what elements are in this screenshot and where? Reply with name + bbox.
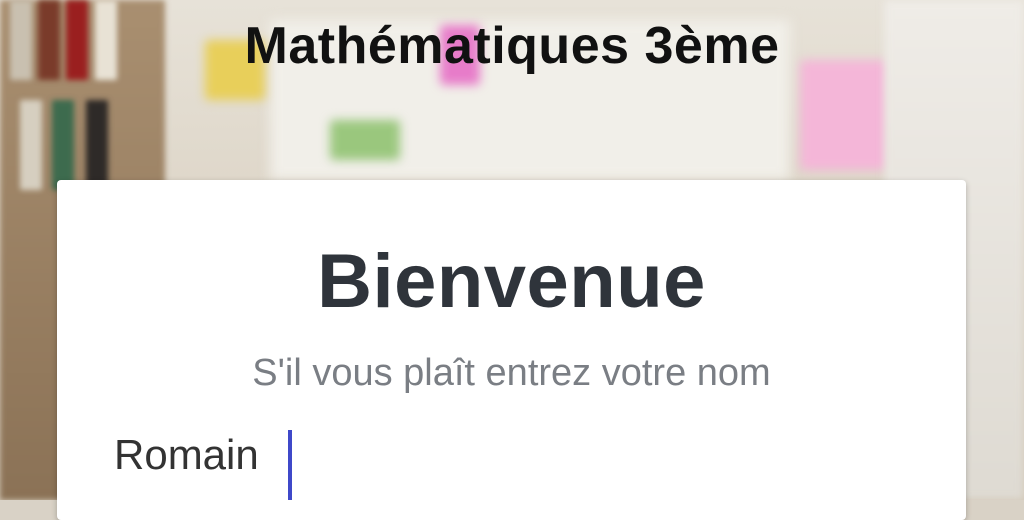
welcome-heading: Bienvenue <box>317 239 706 324</box>
book <box>52 100 74 190</box>
welcome-card: Bienvenue S'il vous plaît entrez votre n… <box>57 180 966 520</box>
poster <box>330 120 400 160</box>
book <box>86 100 108 190</box>
text-cursor <box>288 430 292 500</box>
poster <box>800 60 890 170</box>
name-input[interactable] <box>114 425 894 485</box>
page-title: Mathématiques 3ème <box>244 17 780 75</box>
book <box>20 100 42 190</box>
name-prompt: S'il vous plaît entrez votre nom <box>252 352 771 394</box>
